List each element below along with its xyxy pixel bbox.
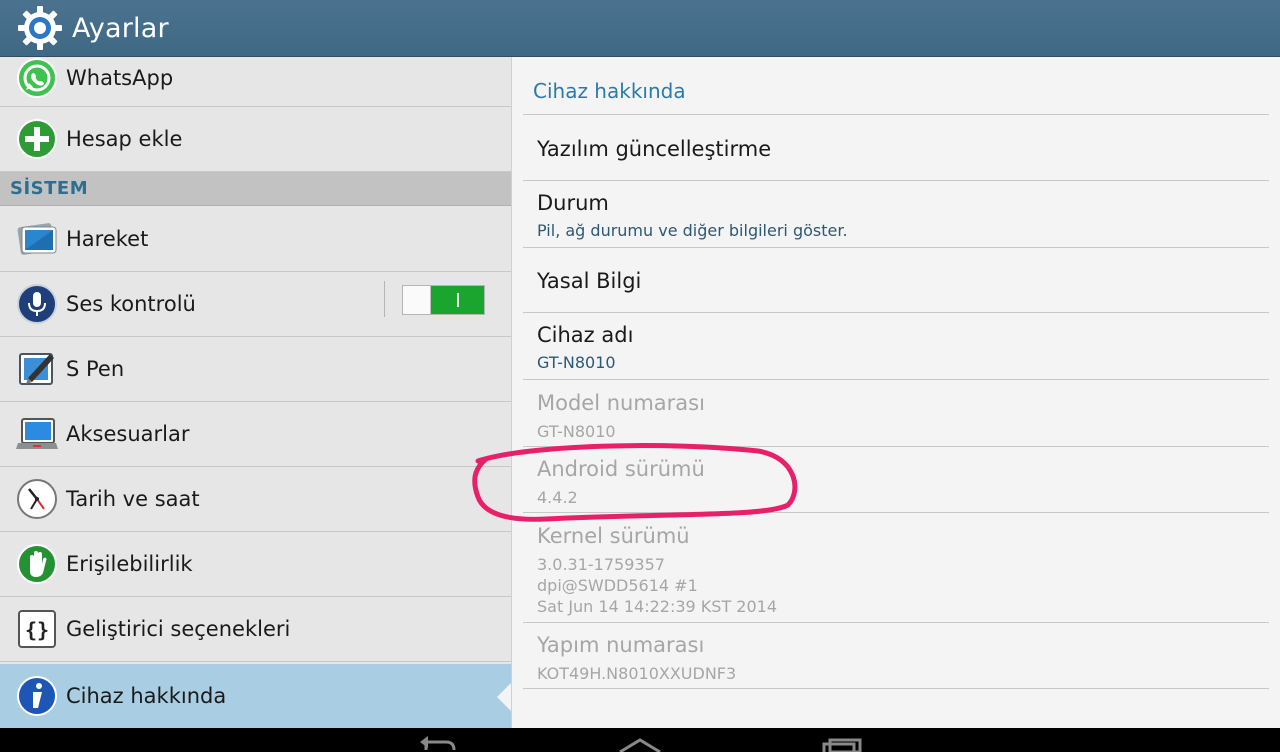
section-label: SİSTEM (10, 178, 89, 199)
list-item-label: Tarih ve saat (66, 487, 200, 511)
divider (523, 512, 1269, 513)
pref-summary: 4.4.2 (537, 488, 578, 507)
pref-kernel-version: Kernel sürümü 3.0.31-1759357 dpi@SWDD561… (537, 524, 777, 617)
pref-summary: Pil, ağ durumu ve diğer bilgileri göster… (537, 221, 848, 240)
pref-title: Durum (537, 191, 609, 215)
divider (523, 312, 1269, 313)
toggle-knob (403, 286, 431, 314)
list-item-accessories[interactable]: Aksesuarlar (0, 402, 511, 467)
voice-control-toggle[interactable] (402, 285, 485, 315)
list-item-whatsapp[interactable]: WhatsApp (0, 57, 511, 107)
list-item-label: Geliştirici seçenekleri (66, 617, 291, 641)
list-item-label: S Pen (66, 357, 125, 381)
clock-icon (17, 479, 57, 519)
list-item-s-pen[interactable]: S Pen (0, 337, 511, 402)
list-item-date-time[interactable]: Tarih ve saat (0, 467, 511, 532)
pref-title: Kernel sürümü (537, 524, 690, 548)
list-item-label: Cihaz hakkında (66, 684, 227, 708)
recent-apps-icon[interactable] (810, 728, 870, 752)
list-item-voice-control[interactable]: Ses kontrolü (0, 272, 511, 337)
pref-summary: GT-N8010 (537, 353, 616, 372)
action-bar: Ayarlar (0, 0, 1280, 57)
navigation-bar (0, 728, 1280, 752)
pref-software-update[interactable]: Yazılım güncelleştirme (537, 137, 771, 161)
pref-build-number: Yapım numarası KOT49H.N8010XXUDNF3 (537, 633, 736, 684)
toggle-divider (384, 281, 385, 317)
pref-summary-line: dpi@SWDD5614 #1 (537, 576, 698, 595)
pref-title: Android sürümü (537, 457, 705, 481)
microphone-icon (17, 284, 57, 324)
toggle-on-indicator (431, 286, 484, 314)
list-item-label: WhatsApp (66, 65, 174, 90)
info-icon (17, 676, 57, 716)
divider (523, 622, 1269, 623)
list-item-label: Hareket (66, 227, 149, 251)
pref-title: Yasal Bilgi (537, 269, 642, 293)
pref-android-version[interactable]: Android sürümü 4.4.2 (537, 457, 705, 508)
accessibility-hand-icon (17, 544, 57, 584)
divider (523, 180, 1269, 181)
section-header-system: SİSTEM (0, 172, 511, 206)
developer-braces-icon: {} (18, 610, 56, 648)
pref-legal-info[interactable]: Yasal Bilgi (537, 269, 641, 293)
app-title: Ayarlar (72, 12, 169, 44)
home-icon[interactable] (610, 728, 670, 752)
panel-title: Cihaz hakkında (533, 79, 686, 103)
divider (523, 379, 1269, 380)
about-device-panel: Cihaz hakkında Yazılım güncelleştirme Du… (511, 57, 1280, 728)
pref-summary: KOT49H.N8010XXUDNF3 (537, 664, 737, 683)
list-item-label: Ses kontrolü (66, 292, 196, 316)
divider (523, 446, 1269, 447)
list-item-label: Aksesuarlar (66, 422, 190, 446)
list-item-about-device[interactable]: Cihaz hakkında (0, 664, 511, 728)
pref-title: Cihaz adı (537, 323, 634, 347)
list-item-developer-options[interactable]: {} Geliştirici seçenekleri (0, 597, 511, 662)
gear-icon[interactable] (16, 4, 64, 52)
pref-title: Yapım numarası (537, 633, 705, 657)
list-item-motion[interactable]: Hareket (0, 207, 511, 272)
divider (523, 114, 1269, 115)
accessory-icon (16, 418, 58, 449)
divider (523, 247, 1269, 248)
selection-pointer (497, 683, 511, 711)
list-item-label: Erişilebilirlik (66, 552, 193, 576)
pref-title: Yazılım güncelleştirme (537, 137, 772, 161)
list-item-accessibility[interactable]: Erişilebilirlik (0, 532, 511, 597)
back-icon[interactable] (410, 728, 470, 752)
list-item-add-account[interactable]: Hesap ekle (0, 107, 511, 172)
add-account-icon (17, 119, 57, 159)
whatsapp-icon (17, 57, 57, 98)
svg-text:{}: {} (25, 618, 49, 642)
pref-summary-line: Sat Jun 14 14:22:39 KST 2014 (537, 597, 778, 616)
pref-title: Model numarası (537, 391, 705, 415)
pref-model-number: Model numarası GT-N8010 (537, 391, 705, 442)
pref-status[interactable]: Durum Pil, ağ durumu ve diğer bilgileri … (537, 191, 848, 240)
pref-summary: GT-N8010 (537, 422, 616, 441)
settings-category-list[interactable]: WhatsApp Hesap ekle SİSTEM Hareket Ses k… (0, 57, 511, 728)
divider (523, 688, 1269, 689)
pref-device-name[interactable]: Cihaz adı GT-N8010 (537, 323, 633, 372)
s-pen-icon (19, 353, 54, 385)
list-item-label: Hesap ekle (66, 127, 183, 151)
motion-icon (17, 223, 57, 255)
pref-summary-line: 3.0.31-1759357 (537, 555, 665, 574)
